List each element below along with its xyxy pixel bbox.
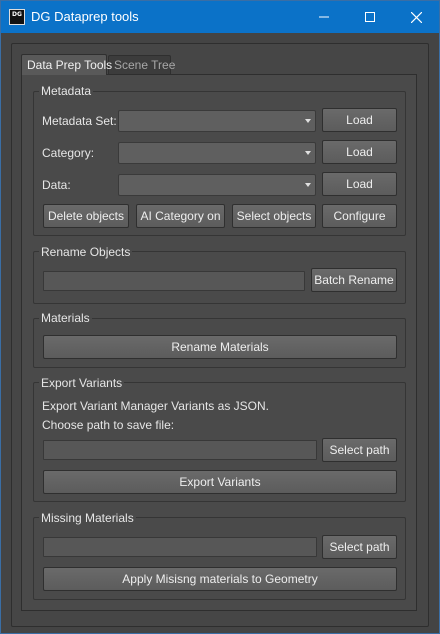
metadata-set-dropdown[interactable] [118,110,316,132]
export-variants-button[interactable]: Export Variants [43,470,397,494]
category-label: Category: [42,146,95,160]
window-title: DG Dataprep tools [31,9,139,24]
configure-button[interactable]: Configure [322,204,397,228]
metadata-set-label: Metadata Set: [42,114,117,128]
tab-data-prep-tools[interactable]: Data Prep Tools [21,54,112,75]
minimize-icon [319,16,329,18]
export-variants-group-title: Export Variants [39,376,125,390]
missing-materials-group-title: Missing Materials [39,511,136,525]
delete-objects-button[interactable]: Delete objects [43,204,129,228]
rename-objects-group-title: Rename Objects [39,245,133,259]
data-load-button[interactable]: Load [322,172,397,196]
rename-materials-button[interactable]: Rename Materials [43,335,397,359]
rename-objects-input[interactable] [43,271,305,291]
metadata-group-title: Metadata [39,84,94,98]
title-bar[interactable]: DG DG Dataprep tools [1,1,439,33]
minimize-button[interactable] [301,1,347,33]
close-button[interactable] [393,1,439,33]
export-variants-description: Export Variant Manager Variants as JSON. [42,399,269,413]
maximize-button[interactable] [347,1,393,33]
app-window: DG DG Dataprep tools Data Prep Tools Sce… [0,0,440,634]
category-dropdown[interactable] [118,142,316,164]
export-path-prompt: Choose path to save file: [42,418,175,432]
apply-missing-materials-button[interactable]: Apply Misisng materials to Geometry [43,567,397,591]
chevron-down-icon [305,183,311,187]
chevron-down-icon [305,151,311,155]
app-icon: DG [9,9,25,25]
metadata-set-load-button[interactable]: Load [322,108,397,132]
close-icon [410,11,422,23]
materials-group-title: Materials [39,311,92,325]
missing-materials-path-input[interactable] [43,537,317,557]
category-load-button[interactable]: Load [322,140,397,164]
tab-scene-tree[interactable]: Scene Tree [108,55,175,74]
export-path-input[interactable] [43,440,317,460]
select-objects-button[interactable]: Select objects [232,204,316,228]
missing-materials-select-path-button[interactable]: Select path [322,535,397,559]
data-label: Data: [42,178,71,192]
chevron-down-icon [305,119,311,123]
export-select-path-button[interactable]: Select path [322,438,397,462]
data-dropdown[interactable] [118,174,316,196]
maximize-icon [365,12,375,22]
batch-rename-button[interactable]: Batch Rename [311,268,397,292]
ai-category-on-button[interactable]: AI Category on [136,204,225,228]
